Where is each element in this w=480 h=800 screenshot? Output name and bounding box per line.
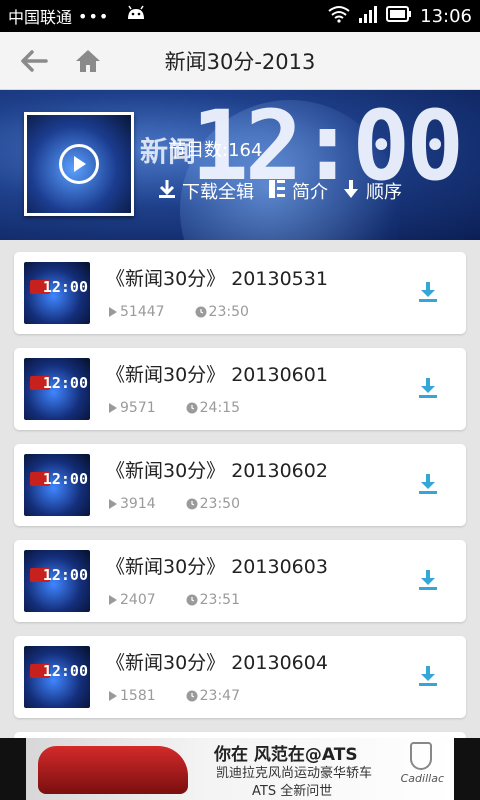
intro-label: 简介 <box>292 182 328 203</box>
episode-title: 《新闻30分》 20130601 <box>106 364 328 386</box>
episode-item[interactable]: 12:00 《新闻30分》 20130601 9571 24:15 <box>14 348 466 430</box>
wifi-icon <box>328 5 350 27</box>
sort-order-label: 顺序 <box>366 182 402 203</box>
cadillac-crest-icon <box>410 742 432 770</box>
toolbar: 新闻30分-2013 <box>0 32 480 90</box>
duration: 23:47 <box>186 688 240 704</box>
episode-thumbnail: 12:00 <box>24 646 90 708</box>
episode-meta: 3914 23:50 <box>108 496 240 512</box>
duration: 23:50 <box>195 304 249 320</box>
download-all-label: 下载全辑 <box>182 182 254 203</box>
sort-down-icon <box>342 179 360 204</box>
android-icon <box>125 5 147 27</box>
status-bar: 中国联通 ••• 13:06 <box>0 0 480 32</box>
episode-item[interactable]: 12:00 《新闻30分》 20130602 3914 23:50 <box>14 444 466 526</box>
episode-title: 《新闻30分》 20130531 <box>106 268 328 290</box>
car-image <box>38 746 188 794</box>
episode-list[interactable]: 12:00 《新闻30分》 20130531 51447 23:50 12:00… <box>0 240 480 738</box>
signal-icon <box>358 5 378 27</box>
back-arrow-icon[interactable] <box>14 41 54 81</box>
download-icon[interactable] <box>416 472 440 496</box>
notification-dots: ••• <box>78 6 110 26</box>
episode-title: 《新闻30分》 20130604 <box>106 652 328 674</box>
clock: 13:06 <box>420 5 472 27</box>
play-count: 9571 <box>108 400 156 416</box>
play-count: 1581 <box>108 688 156 704</box>
episode-thumbnail: 12:00 <box>24 550 90 612</box>
episode-meta: 1581 23:47 <box>108 688 240 704</box>
poster-image <box>27 115 131 213</box>
play-count: 51447 <box>108 304 165 320</box>
ad-line-2: ATS 全新问世 <box>252 784 333 799</box>
ad-line-1: 凯迪拉克风尚运动豪华轿车 <box>216 766 373 781</box>
download-icon[interactable] <box>416 568 440 592</box>
episode-item[interactable]: 12:00 《新闻30分》 20130604 1581 23:47 <box>14 636 466 718</box>
program-banner: 新闻 12:00 节目数:164 下载全辑 简介 顺序 <box>0 90 480 240</box>
episode-item[interactable]: 12:00 《新闻30分》 20130531 51447 23:50 <box>14 252 466 334</box>
episode-count: 节目数:164 <box>168 140 263 161</box>
ad-content[interactable]: 你在 风范在@ATS 凯迪拉克风尚运动豪华轿车 ATS 全新问世 Cadilla… <box>26 738 454 800</box>
episode-title: 《新闻30分》 20130603 <box>106 556 328 578</box>
episode-title: 《新闻30分》 20130602 <box>106 460 328 482</box>
sort-order-button[interactable]: 顺序 <box>342 178 402 204</box>
download-icon <box>158 179 176 204</box>
ad-banner[interactable]: 你在 风范在@ATS 凯迪拉克风尚运动豪华轿车 ATS 全新问世 Cadilla… <box>0 738 480 800</box>
episode-item[interactable]: 12:00 《新闻30分》 20130603 2407 23:51 <box>14 540 466 622</box>
download-icon[interactable] <box>416 280 440 304</box>
ad-brand: Cadillac <box>400 772 444 785</box>
duration: 23:51 <box>186 592 240 608</box>
download-all-button[interactable]: 下载全辑 <box>158 178 254 204</box>
banner-actions: 下载全辑 简介 顺序 <box>158 178 402 204</box>
download-icon[interactable] <box>416 376 440 400</box>
home-icon[interactable] <box>68 41 108 81</box>
episode-thumbnail: 12:00 <box>24 454 90 516</box>
intro-button[interactable]: 简介 <box>268 178 328 204</box>
duration: 24:15 <box>186 400 240 416</box>
episode-thumbnail: 12:00 <box>24 358 90 420</box>
battery-icon <box>386 5 412 27</box>
carrier-name: 中国联通 <box>8 8 73 27</box>
episode-meta: 2407 23:51 <box>108 592 240 608</box>
play-icon[interactable] <box>59 144 99 184</box>
download-icon[interactable] <box>416 664 440 688</box>
episode-meta: 51447 23:50 <box>108 304 249 320</box>
episode-meta: 9571 24:15 <box>108 400 240 416</box>
play-count: 3914 <box>108 496 156 512</box>
program-poster[interactable] <box>24 112 134 216</box>
duration: 23:50 <box>186 496 240 512</box>
play-count: 2407 <box>108 592 156 608</box>
episode-thumbnail: 12:00 <box>24 262 90 324</box>
info-icon <box>268 179 286 204</box>
